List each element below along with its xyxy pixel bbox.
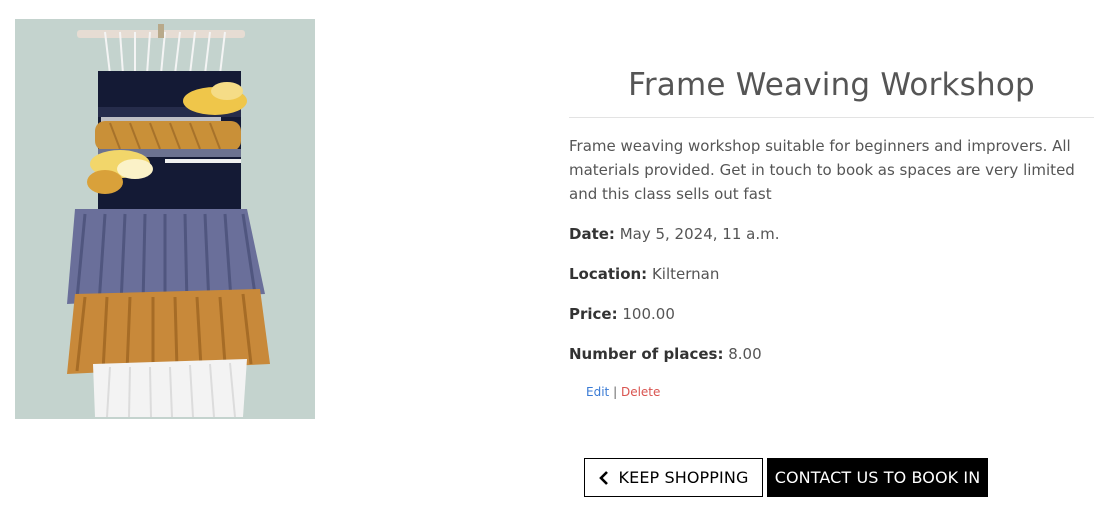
location-label: Location: xyxy=(569,265,648,283)
places-field: Number of places: 8.00 xyxy=(569,342,1094,366)
date-label: Date: xyxy=(569,225,615,243)
divider xyxy=(569,117,1094,118)
location-field: Location: Kilternan xyxy=(569,262,1094,286)
contact-book-label: CONTACT US TO BOOK IN xyxy=(774,468,981,487)
date-value: May 5, 2024, 11 a.m. xyxy=(619,225,780,243)
edit-link[interactable]: Edit xyxy=(586,385,609,399)
product-details: Frame Weaving Workshop Frame weaving wor… xyxy=(569,60,1094,399)
keep-shopping-button[interactable]: KEEP SHOPPING xyxy=(584,458,763,497)
price-field: Price: 100.00 xyxy=(569,302,1094,326)
product-description: Frame weaving workshop suitable for begi… xyxy=(569,137,1075,203)
price-label: Price: xyxy=(569,305,618,323)
chevron-left-icon xyxy=(598,470,608,485)
date-field: Date: May 5, 2024, 11 a.m. xyxy=(569,222,1094,246)
places-label: Number of places: xyxy=(569,345,724,363)
admin-separator: | xyxy=(613,385,618,399)
admin-links: Edit | Delete xyxy=(586,385,1094,399)
product-image xyxy=(15,19,315,419)
weaving-illustration xyxy=(15,19,315,419)
price-value: 100.00 xyxy=(622,305,675,323)
delete-link[interactable]: Delete xyxy=(621,385,660,399)
contact-book-button[interactable]: CONTACT US TO BOOK IN xyxy=(767,458,988,497)
location-value: Kilternan xyxy=(651,265,720,283)
places-value: 8.00 xyxy=(728,345,762,363)
product-title: Frame Weaving Workshop xyxy=(628,67,1035,103)
keep-shopping-label: KEEP SHOPPING xyxy=(618,468,749,487)
